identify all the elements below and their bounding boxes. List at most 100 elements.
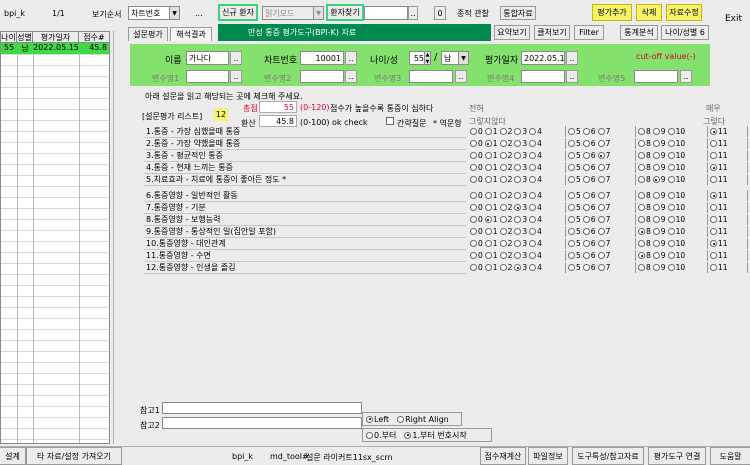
score-option-4[interactable]: 4 [529, 203, 542, 212]
col-header-age[interactable]: 나이 [1, 32, 17, 42]
brief-question-checkbox[interactable] [386, 117, 394, 125]
start-one-radio[interactable] [404, 431, 412, 439]
radio-button[interactable] [667, 228, 675, 235]
score-option-2[interactable]: 2 [499, 215, 512, 224]
radio-button[interactable] [529, 192, 537, 199]
radio-button[interactable] [582, 152, 590, 159]
score-option-11[interactable]: 11 [710, 139, 728, 148]
radio-button[interactable] [638, 240, 645, 247]
radio-button[interactable] [514, 164, 522, 171]
radio-button[interactable] [710, 128, 717, 135]
radio-button[interactable] [514, 192, 522, 199]
recalculate-button[interactable]: 점수재계산 [480, 447, 526, 465]
score-option-5[interactable]: 5 [568, 263, 581, 272]
left-align-radio[interactable] [366, 415, 373, 423]
score-option-5[interactable]: 5 [568, 215, 581, 224]
radio-button[interactable] [652, 192, 660, 199]
var-button-3[interactable]: .. [455, 70, 467, 83]
radio-button[interactable] [597, 252, 605, 259]
score-option-6[interactable]: 6 [582, 163, 596, 172]
score-option-10[interactable]: 10 [667, 127, 685, 136]
radio-button[interactable] [499, 228, 507, 235]
radio-button[interactable] [499, 164, 507, 171]
radio-button[interactable] [582, 252, 590, 259]
radio-button[interactable] [529, 128, 537, 135]
radio-button[interactable] [514, 216, 522, 223]
score-option-7[interactable]: 7 [597, 215, 610, 224]
radio-button[interactable] [582, 140, 590, 147]
score-option-0[interactable]: 0 [470, 215, 483, 224]
radio-button[interactable] [484, 204, 492, 211]
var-button-1[interactable]: .. [230, 70, 242, 83]
radio-button[interactable] [597, 128, 605, 135]
edit-data-button[interactable]: 자료수정 [666, 4, 702, 21]
radio-button[interactable] [514, 152, 522, 159]
table-row[interactable]: 55 남 2022.05.15 45.8 [1, 43, 109, 54]
score-option-11[interactable]: 11 [710, 151, 728, 160]
score-option-1[interactable]: 1 [484, 203, 498, 212]
radio-button[interactable] [568, 176, 575, 183]
radio-button[interactable] [582, 192, 590, 199]
score-option-11[interactable]: 11 [710, 239, 728, 248]
var-input-1[interactable] [186, 70, 229, 83]
score-option-10[interactable]: 10 [667, 191, 685, 200]
zero-button[interactable]: 0 [434, 6, 446, 20]
radio-button[interactable] [597, 192, 605, 199]
score-option-7[interactable]: 7 [597, 139, 610, 148]
score-option-4[interactable]: 4 [529, 263, 542, 272]
score-option-9[interactable]: 9 [652, 263, 666, 272]
radio-button[interactable] [710, 228, 717, 235]
radio-button[interactable] [652, 240, 660, 247]
radio-button[interactable] [652, 252, 660, 259]
patient-search-button[interactable]: 환자찾기 [326, 4, 364, 21]
radio-button[interactable] [638, 128, 645, 135]
score-option-8[interactable]: 8 [638, 151, 651, 160]
radio-button[interactable] [667, 204, 675, 211]
radio-button[interactable] [529, 176, 537, 183]
radio-button[interactable] [529, 240, 537, 247]
radio-button[interactable] [514, 140, 522, 147]
read-mode-select[interactable]: 읽기모드 ▼ [262, 6, 324, 20]
score-option-7[interactable]: 7 [597, 203, 610, 212]
radio-button[interactable] [568, 152, 575, 159]
radio-button[interactable] [514, 128, 522, 135]
score-option-6[interactable]: 6 [582, 239, 596, 248]
view-sort-select[interactable]: 차트번호 ▼ [128, 6, 180, 20]
radio-button[interactable] [597, 140, 605, 147]
radio-button[interactable] [470, 152, 477, 159]
score-option-2[interactable]: 2 [499, 127, 512, 136]
filter-button[interactable]: Filter [574, 25, 604, 40]
score-option-0[interactable]: 0 [470, 163, 483, 172]
score-option-3[interactable]: 3 [514, 251, 527, 260]
radio-button[interactable] [638, 176, 645, 183]
score-option-11[interactable]: 11 [710, 191, 728, 200]
radio-button[interactable] [652, 128, 660, 135]
score-option-1[interactable]: 1 [484, 139, 498, 148]
col-header-score[interactable]: 점수# [79, 32, 109, 42]
radio-button[interactable] [597, 228, 605, 235]
radio-button[interactable] [529, 228, 537, 235]
radio-button[interactable] [514, 264, 522, 271]
summary-button[interactable]: 요약보기 [494, 25, 530, 40]
radio-button[interactable] [470, 192, 477, 199]
score-option-2[interactable]: 2 [499, 239, 512, 248]
radio-button[interactable] [667, 216, 675, 223]
score-option-5[interactable]: 5 [568, 175, 581, 184]
radio-button[interactable] [499, 216, 507, 223]
score-option-5[interactable]: 5 [568, 203, 581, 212]
score-option-4[interactable]: 4 [529, 163, 542, 172]
score-option-1[interactable]: 1 [484, 215, 498, 224]
radio-button[interactable] [499, 240, 507, 247]
score-option-0[interactable]: 0 [470, 151, 483, 160]
radio-button[interactable] [484, 152, 492, 159]
radio-button[interactable] [514, 252, 522, 259]
radio-button[interactable] [582, 176, 590, 183]
var-input-4[interactable] [521, 70, 565, 83]
exit-button[interactable]: Exit [725, 14, 742, 24]
score-option-8[interactable]: 8 [638, 127, 651, 136]
score-option-2[interactable]: 2 [499, 263, 512, 272]
score-option-4[interactable]: 4 [529, 227, 542, 236]
score-option-0[interactable]: 0 [470, 139, 483, 148]
score-option-5[interactable]: 5 [568, 227, 581, 236]
radio-button[interactable] [484, 216, 492, 223]
